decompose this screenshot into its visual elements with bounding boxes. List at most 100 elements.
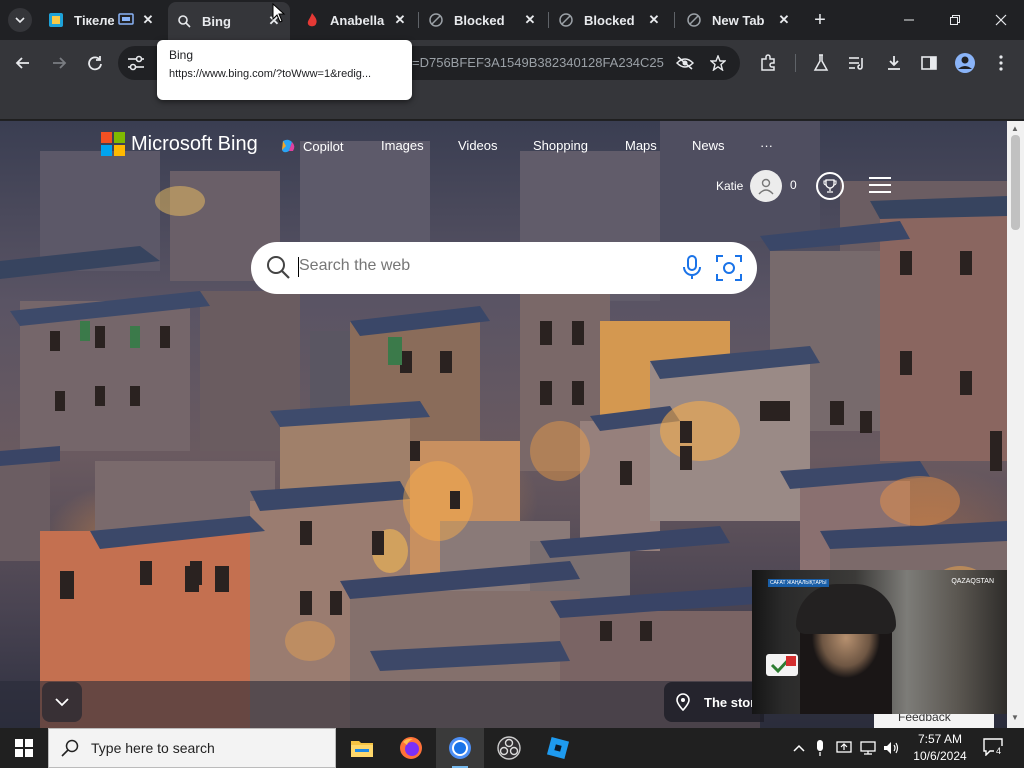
close-icon[interactable]: ✕ xyxy=(776,12,792,28)
bookmark-star-button[interactable] xyxy=(703,48,733,78)
close-icon[interactable]: ✕ xyxy=(140,12,156,28)
tab-label: Anabella | xyxy=(330,12,386,28)
taskbar-roblox-studio[interactable] xyxy=(534,728,582,768)
scroll-down-arrow-icon[interactable]: ▼ xyxy=(1011,713,1019,722)
site-info-button[interactable] xyxy=(121,48,151,78)
tab-anabella[interactable]: Anabella | ✕ xyxy=(296,4,416,36)
tab-label: Bing xyxy=(202,13,231,29)
rewards-button[interactable] xyxy=(816,172,844,200)
nav-shopping[interactable]: Shopping xyxy=(533,138,588,153)
avatar[interactable] xyxy=(750,170,782,202)
scroll-down-button[interactable] xyxy=(42,682,82,722)
nav-label: Copilot xyxy=(303,138,344,154)
taskbar-firefox[interactable] xyxy=(387,728,435,768)
menu-button[interactable] xyxy=(986,48,1016,78)
nav-news[interactable]: News xyxy=(692,138,725,153)
restore-icon xyxy=(950,15,960,25)
extensions-button[interactable] xyxy=(753,48,783,78)
profile-button[interactable] xyxy=(950,48,980,78)
eye-off-icon xyxy=(676,56,694,70)
tab-label: Тікеле xyxy=(74,12,114,28)
bing-logo[interactable]: Microsoft Bing xyxy=(101,132,258,156)
volume-tray-button[interactable] xyxy=(880,741,904,755)
close-icon xyxy=(995,14,1007,26)
arrow-right-icon xyxy=(53,57,67,69)
notification-count: 4 xyxy=(994,746,1004,756)
microsoft-logo-icon xyxy=(101,132,125,156)
rewards-count[interactable]: 0 xyxy=(790,178,797,192)
channel-logo-icon xyxy=(766,654,798,676)
media-control-button[interactable] xyxy=(842,48,872,78)
screen-share-icon xyxy=(836,741,852,753)
start-button[interactable] xyxy=(0,728,48,768)
nav-images[interactable]: Images xyxy=(381,138,424,153)
close-icon[interactable]: ✕ xyxy=(392,12,408,28)
security-tray-button[interactable] xyxy=(832,740,856,756)
tooltip-url: https://www.bing.com/?toWww=1&redig... xyxy=(169,68,372,80)
tooltip-title: Bing xyxy=(169,48,194,62)
forward-button[interactable] xyxy=(44,48,74,78)
nav-copilot[interactable]: Copilot xyxy=(280,138,343,154)
reload-button[interactable] xyxy=(80,48,110,78)
image-story-button[interactable]: The stor xyxy=(664,682,764,722)
downloads-button[interactable] xyxy=(879,48,909,78)
close-icon[interactable]: ✕ xyxy=(646,12,662,28)
new-tab-button[interactable]: + xyxy=(808,8,832,32)
reload-icon xyxy=(88,56,102,71)
taskbar-search-box[interactable]: Type here to search xyxy=(48,728,336,768)
notification-center-button[interactable]: 4 xyxy=(982,736,1004,758)
page-scrollbar[interactable]: ▲ ▼ xyxy=(1007,121,1024,728)
restore-button[interactable] xyxy=(932,0,978,40)
tab-blocked-2[interactable]: Blocked ✕ xyxy=(550,4,670,36)
close-icon[interactable]: ✕ xyxy=(522,12,538,28)
side-panel-button[interactable] xyxy=(914,48,944,78)
playlist-icon xyxy=(849,57,863,70)
tab-search-button[interactable] xyxy=(8,8,32,32)
flask-icon xyxy=(813,54,829,71)
tab-divider xyxy=(548,12,549,28)
windows-logo-icon xyxy=(15,739,33,757)
tracking-protection-button[interactable] xyxy=(670,48,700,78)
tab-label: Blocked xyxy=(584,12,635,28)
profile-icon xyxy=(955,53,975,73)
back-button[interactable] xyxy=(8,48,38,78)
tune-icon xyxy=(128,55,144,71)
taskbar-obs[interactable] xyxy=(485,728,533,768)
tab-divider xyxy=(418,12,419,28)
tab-label: New Tab xyxy=(712,12,765,28)
taskbar-chrome[interactable] xyxy=(436,728,484,768)
chevron-down-icon xyxy=(15,17,25,24)
minimize-icon xyxy=(904,19,914,21)
close-window-button[interactable] xyxy=(978,0,1024,40)
minimize-button[interactable] xyxy=(886,0,932,40)
tab-blocked-1[interactable]: Blocked ✕ xyxy=(420,4,546,36)
tab-divider xyxy=(674,12,675,28)
search-box[interactable]: Search the web xyxy=(251,242,757,294)
network-icon xyxy=(860,741,876,755)
network-tray-button[interactable] xyxy=(856,741,880,755)
taskbar-clock[interactable]: 7:57 AM 10/6/2024 xyxy=(910,731,970,765)
labs-button[interactable] xyxy=(806,48,836,78)
url-text[interactable]: =D756BFEF3A1549B382340128FA234C25 xyxy=(412,55,664,70)
menu-hamburger-icon[interactable] xyxy=(869,177,891,193)
user-name[interactable]: Katie xyxy=(716,179,743,193)
tab-new-tab[interactable]: New Tab ✕ xyxy=(678,4,800,36)
broadcast-label: САҒАТ ЖАҢАЛЫҚТАРЫ xyxy=(768,579,829,587)
microphone-icon[interactable] xyxy=(683,255,701,281)
taskbar-file-explorer[interactable] xyxy=(338,728,386,768)
nav-more[interactable]: ··· xyxy=(760,138,773,153)
visual-search-icon[interactable] xyxy=(716,255,742,281)
scroll-up-arrow-icon[interactable]: ▲ xyxy=(1011,124,1019,133)
nav-maps[interactable]: Maps xyxy=(625,138,657,153)
show-hidden-icons-button[interactable] xyxy=(790,744,808,752)
scrollbar-thumb[interactable] xyxy=(1011,135,1020,230)
toolbar-divider xyxy=(795,54,796,72)
picture-in-picture-video[interactable]: САҒАТ ЖАҢАЛЫҚТАРЫ QAZAQSTAN xyxy=(752,570,1010,714)
channel-watermark: QAZAQSTAN xyxy=(951,578,994,585)
tab-tikele[interactable]: Тікеле ✕ xyxy=(40,4,164,36)
search-input[interactable]: Search the web xyxy=(299,257,410,275)
nav-videos[interactable]: Videos xyxy=(458,138,498,153)
mouse-cursor-icon xyxy=(272,3,286,23)
incognito-favicon-icon xyxy=(686,12,702,28)
microphone-tray-button[interactable] xyxy=(808,740,832,756)
